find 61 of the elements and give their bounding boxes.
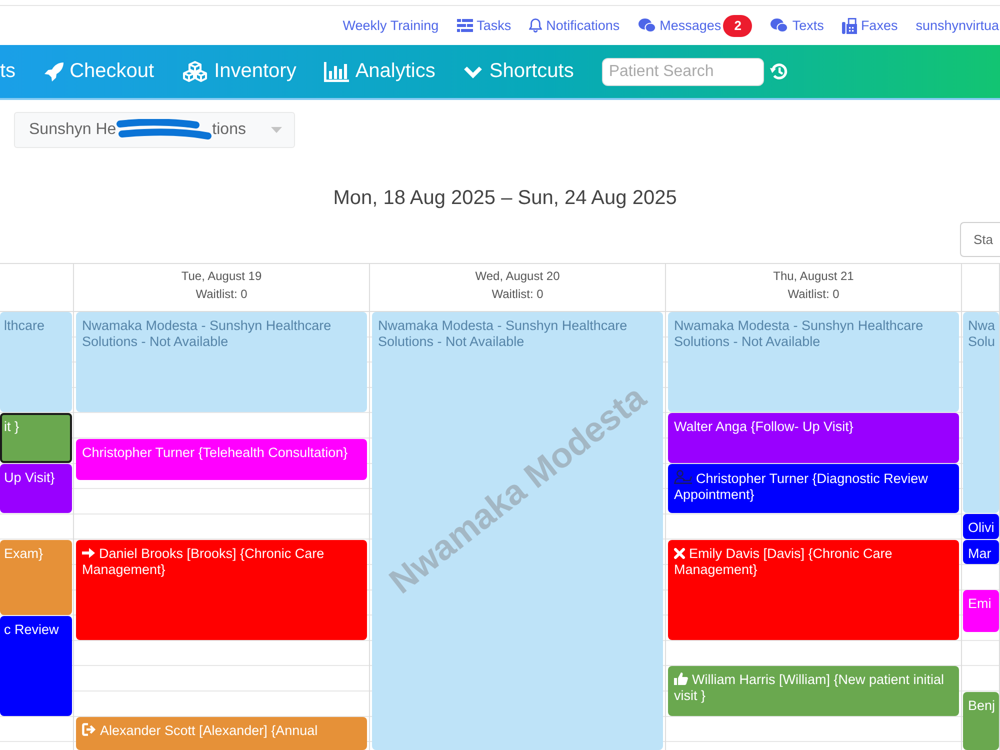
appointment-block[interactable]: c Review [0,616,72,716]
thumbs-up-icon [674,672,688,686]
toolbar-button[interactable]: Sta [960,222,1000,257]
top-bar-link[interactable]: Notifications [529,18,620,33]
unavailable-label: lthcare [4,318,45,333]
appointment-block[interactable]: Exam} [0,540,72,615]
chat-bubbles-icon [770,18,788,33]
appointment-block[interactable]: Daniel Brooks [Brooks] {Chronic Care Management} [76,540,367,640]
rocket-icon [44,62,64,82]
count-badge: 2 [723,14,752,36]
waitlist-label: Waitlist: 0 [492,287,544,301]
nav-link[interactable]: Inventory [182,60,296,83]
unavailable-label: Nwamaka Modesta - Sunshyn Healthcare Solutions - Not Available [674,318,924,349]
day-label: Wed, August 20 [475,269,560,283]
top-bar-link[interactable]: Texts [770,18,824,33]
appointment-block[interactable]: William Harris [William] {New patient initial visit } [668,666,959,716]
appointment-block[interactable]: Emily Davis [Davis] {Chronic Care Management} [668,540,959,640]
top-bar-link[interactable]: Weekly Training [342,18,439,33]
location-select[interactable]: Sunshyn He tions [14,112,295,148]
person-at-desk-icon [674,470,692,484]
appointment-block[interactable]: it } [0,413,72,463]
nav-link[interactable]: Checkout [44,60,154,83]
waitlist-label: Waitlist: 0 [196,287,248,301]
day-label: Thu, August 21 [773,269,854,283]
date-range-title: Mon, 18 Aug 2025 – Sun, 24 Aug 2025 [332,186,678,210]
top-bar-link[interactable]: sunshynvirtua [916,18,999,33]
arrow-right-icon [82,546,95,559]
patient-search-field[interactable]: Patient Search [602,58,764,86]
appointment-block[interactable]: Emi [963,590,999,632]
appointment-block[interactable]: Up Visit} [0,464,72,514]
appointment-block[interactable]: Olivi [963,514,999,539]
cross-icon [674,548,685,559]
cubes-icon [182,61,208,82]
select-value: Sunshyn He [29,121,116,139]
top-bar-link[interactable]: Tasks [456,18,512,33]
unavailable-label: Nwa Solu [968,318,996,349]
bar-chart-icon [324,62,350,82]
box-arrow-icon [82,722,96,736]
chevron-down-icon [463,64,484,78]
list-icon [456,19,473,32]
day-label: Tue, August 19 [181,269,262,283]
nav-link[interactable]: Shortcuts [463,60,574,83]
appointment-block[interactable]: Alexander Scott [Alexander] {Annual [76,716,367,750]
appointment-block[interactable]: Benj [963,692,999,750]
nav-link[interactable]: ts [0,60,16,83]
history-icon[interactable] [770,62,789,81]
appointment-block[interactable]: Walter Anga {Follow- Up Visit} [668,413,959,463]
appointment-block[interactable]: Mar [963,540,999,564]
unavailable-label: Nwamaka Modesta - Sunshyn Healthcare Solutions - Not Available [82,318,332,349]
select-value: tions [212,121,246,139]
fax-machine-icon [842,18,857,34]
unavailable-label: Nwamaka Modesta - Sunshyn Healthcare Solutions - Not Available [378,318,628,349]
chat-bubbles-icon [638,18,656,33]
appointment-block[interactable]: Christopher Turner {Telehealth Consultation} [76,438,367,480]
waitlist-label: Waitlist: 0 [788,287,840,301]
caret-icon [271,127,282,133]
nav-link[interactable]: Analytics [324,60,436,83]
top-bar-link[interactable]: Messages [638,18,722,33]
bell-icon [529,18,542,33]
appointment-block[interactable]: Christopher Turner {Diagnostic Review Appointment} [668,464,959,514]
top-bar-link[interactable]: Faxes [842,18,898,34]
